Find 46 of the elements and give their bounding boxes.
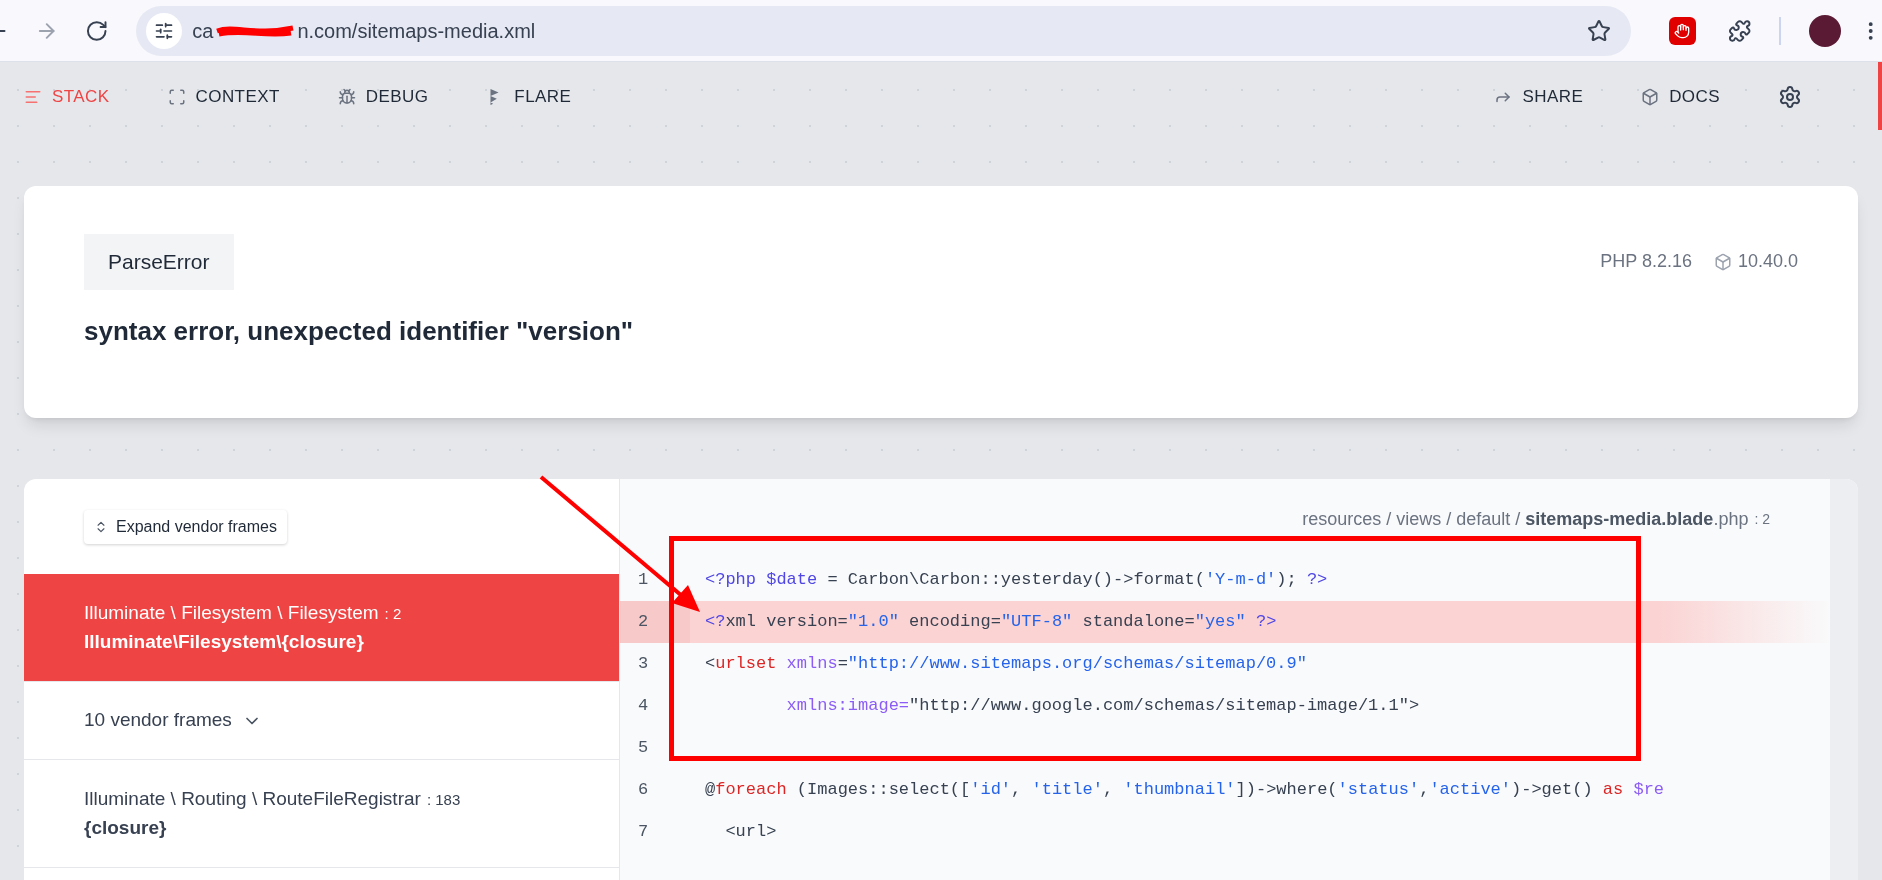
extensions-icon[interactable] xyxy=(1727,18,1752,43)
line-number: 3 xyxy=(637,653,650,676)
line-number: 5 xyxy=(637,737,650,760)
frame-line-number: : 2 xyxy=(384,604,402,624)
code-text: <url> xyxy=(724,821,778,844)
bug-icon xyxy=(337,88,356,106)
profile-avatar[interactable] xyxy=(1809,14,1841,47)
line-number: 1 xyxy=(637,569,650,592)
address-bar[interactable]: ca n.com/sitemaps-media.xml xyxy=(136,5,1631,56)
exception-class-label: ParseError xyxy=(84,234,234,290)
frame-line-number: : 183 xyxy=(426,790,461,810)
stack-icon xyxy=(24,88,42,106)
site-settings-button[interactable] xyxy=(146,12,183,49)
file-line-number: : 2 xyxy=(1754,509,1770,529)
line-number: 4 xyxy=(637,695,650,718)
frame-class: Illuminate \ Routing \ RouteFileRegistrar xyxy=(84,787,421,811)
frame-class: Illuminate \ Filesystem \ Filesystem xyxy=(84,601,379,625)
line-number: 6 xyxy=(637,779,650,802)
nav-link[interactable]: SHARE xyxy=(1494,84,1584,110)
expand-vendor-frames-button[interactable]: Expand vendor frames xyxy=(84,509,287,544)
reload-icon[interactable] xyxy=(84,18,109,43)
nav-link[interactable]: DOCS xyxy=(1641,84,1720,110)
stack-frame[interactable]: Illuminate \ Filesystem \ Filesystem : 2 Illuminate\Filesystem\{closure} xyxy=(24,574,619,682)
error-message: syntax error, unexpected identifier "version" xyxy=(84,314,635,348)
code-text: @foreach (Images::select(['id', 'title', 'thumbnail'])->where('status','active')->get() as $re xyxy=(704,779,1666,802)
laravel-version: 10.40.0 xyxy=(1737,250,1798,274)
url-text: ca xyxy=(192,18,214,44)
line-number: 2 xyxy=(620,601,690,643)
code-text: xmlns:image="http://www.google.com/schemas/sitemap-image/1.1"> xyxy=(785,695,1421,718)
nav-tab[interactable]: CONTEXT xyxy=(167,84,280,110)
bookmark-star-icon[interactable] xyxy=(1586,18,1611,43)
file-path: resources / views / default / sitemaps-media.blade.php xyxy=(1302,507,1749,531)
line-number: 7 xyxy=(637,821,650,844)
url-text: n.com/sitemaps-media.xml xyxy=(297,18,536,44)
brackets-icon xyxy=(167,88,186,106)
settings-icon[interactable] xyxy=(1778,85,1802,109)
php-version: PHP 8.2.16 xyxy=(1600,250,1692,274)
nav-tab[interactable]: DEBUG xyxy=(337,84,429,110)
frame-method: {closure} xyxy=(84,815,168,840)
scroll-indicator xyxy=(1878,62,1882,130)
stop-hand-extension-icon[interactable] xyxy=(1668,16,1696,45)
code-text: <?php $date = Carbon\Carbon::yesterday()->format('Y-m-d'); ?> xyxy=(704,569,1329,592)
tune-icon xyxy=(154,20,175,41)
code-text: <urlset xmlns="http://www.sitemaps.org/schemas/sitemap/0.9" xyxy=(704,653,1308,676)
nav-tab[interactable]: FLARE xyxy=(486,84,572,110)
frame-method: Illuminate\Filesystem\{closure} xyxy=(84,629,365,654)
